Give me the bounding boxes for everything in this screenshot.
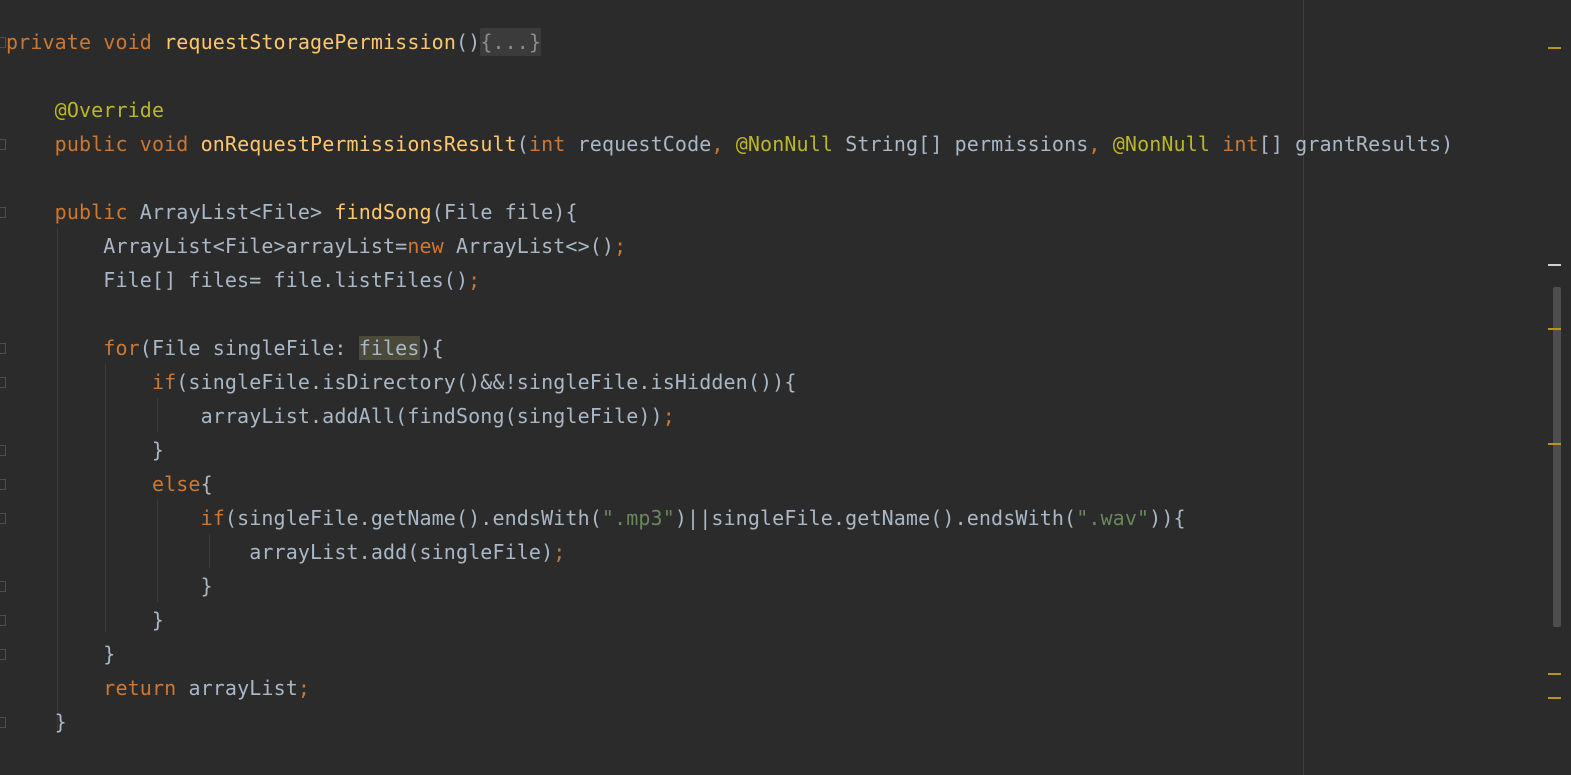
code-line[interactable]: else{ <box>6 467 213 501</box>
code-token: ; <box>297 676 311 700</box>
code-token: if <box>200 506 225 530</box>
code-token: requestCode <box>577 132 712 156</box>
code-token: } <box>6 574 213 598</box>
code-token: @NonNull <box>735 132 846 156</box>
code-token: File[] files= file.listFiles() <box>6 268 469 292</box>
code-editor[interactable]: private void requestStoragePermission(){… <box>0 0 1571 775</box>
warning-stripe-marker[interactable] <box>1548 328 1561 330</box>
code-token: if <box>151 370 177 394</box>
code-token: ; <box>614 234 627 258</box>
code-token: new <box>407 234 456 258</box>
code-token: ; <box>662 404 675 428</box>
code-token: onRequestPermissionsResult <box>200 132 517 156</box>
folded-code-block[interactable]: {...} <box>480 28 542 56</box>
code-token: (singleFile.getName().endsWith( <box>224 506 602 530</box>
code-token: { <box>200 472 213 496</box>
code-token: ".mp3" <box>601 506 675 530</box>
code-token: ; <box>468 268 481 292</box>
warning-stripe-marker[interactable] <box>1548 673 1561 675</box>
vertical-scrollbar-thumb[interactable] <box>1553 287 1561 627</box>
code-token: public <box>54 200 140 224</box>
code-line[interactable]: } <box>6 433 164 467</box>
code-line[interactable]: private void requestStoragePermission(){… <box>6 25 542 59</box>
code-token: } <box>6 642 116 666</box>
code-token: } <box>6 710 67 734</box>
code-line[interactable]: for(File singleFile: files){ <box>6 331 444 365</box>
code-line[interactable]: if(singleFile.getName().endsWith(".mp3")… <box>6 501 1186 535</box>
code-token: public <box>54 132 140 156</box>
code-line[interactable]: } <box>6 603 164 637</box>
code-token: [] grantResults) <box>1258 132 1454 156</box>
right-margin-guide <box>1303 0 1304 775</box>
code-token: } <box>6 608 165 632</box>
code-token: , <box>1088 132 1113 156</box>
code-token: int <box>528 132 578 156</box>
code-token: private <box>6 30 104 54</box>
code-token: ( <box>516 132 529 156</box>
code-token: ArrayList<File>arrayList= <box>6 234 408 258</box>
warning-stripe-marker[interactable] <box>1548 443 1561 445</box>
code-line[interactable]: if(singleFile.isDirectory()&&!singleFile… <box>6 365 796 399</box>
code-line[interactable]: File[] files= file.listFiles(); <box>6 263 480 297</box>
code-token: ".wav" <box>1076 506 1150 530</box>
warning-stripe-marker[interactable] <box>1548 697 1561 699</box>
code-token: } <box>6 438 165 462</box>
code-token: else <box>151 472 201 496</box>
code-token: arrayList.addAll(findSong(singleFile)) <box>6 404 663 428</box>
code-token: ){ <box>419 336 444 360</box>
code-line[interactable]: ArrayList<File>arrayList=new ArrayList<>… <box>6 229 626 263</box>
code-token: (singleFile.isDirectory()&&!singleFile.i… <box>176 370 797 394</box>
code-token: arrayList.add(singleFile) <box>6 540 554 564</box>
code-line[interactable]: } <box>6 569 213 603</box>
caret-position-marker <box>1548 264 1561 266</box>
code-token: for <box>103 336 140 360</box>
code-token: findSong <box>334 200 432 224</box>
code-line[interactable]: @Override <box>6 93 164 127</box>
code-token: String[] permissions <box>845 132 1089 156</box>
code-line[interactable]: arrayList.addAll(findSong(singleFile)); <box>6 399 675 433</box>
code-token: ArrayList<File> <box>139 200 335 224</box>
code-line[interactable]: return arrayList; <box>6 671 310 705</box>
code-token: , <box>711 132 736 156</box>
code-token: arrayList <box>188 676 298 700</box>
code-token: ; <box>553 540 566 564</box>
code-token: )){ <box>1149 506 1186 530</box>
code-line[interactable]: public void onRequestPermissionsResult(i… <box>6 127 1453 161</box>
code-token: int <box>1222 132 1259 156</box>
code-token: )||singleFile.getName().endsWith( <box>674 506 1077 530</box>
code-token: files <box>358 336 420 360</box>
code-token: (File singleFile: <box>139 336 359 360</box>
warning-stripe-marker[interactable] <box>1548 47 1561 49</box>
code-token: return <box>103 676 189 700</box>
code-line[interactable]: public ArrayList<File> findSong(File fil… <box>6 195 578 229</box>
code-token: requestStoragePermission <box>164 30 456 54</box>
code-line[interactable]: } <box>6 637 115 671</box>
code-token: () <box>455 30 481 54</box>
code-token: @NonNull <box>1112 132 1223 156</box>
code-line[interactable]: } <box>6 705 67 739</box>
code-token: void <box>139 132 201 156</box>
code-line[interactable]: arrayList.add(singleFile); <box>6 535 565 569</box>
code-token: @Override <box>54 98 165 122</box>
code-token: ArrayList<>() <box>455 234 615 258</box>
code-token: (File file){ <box>431 200 578 224</box>
code-token: void <box>103 30 165 54</box>
